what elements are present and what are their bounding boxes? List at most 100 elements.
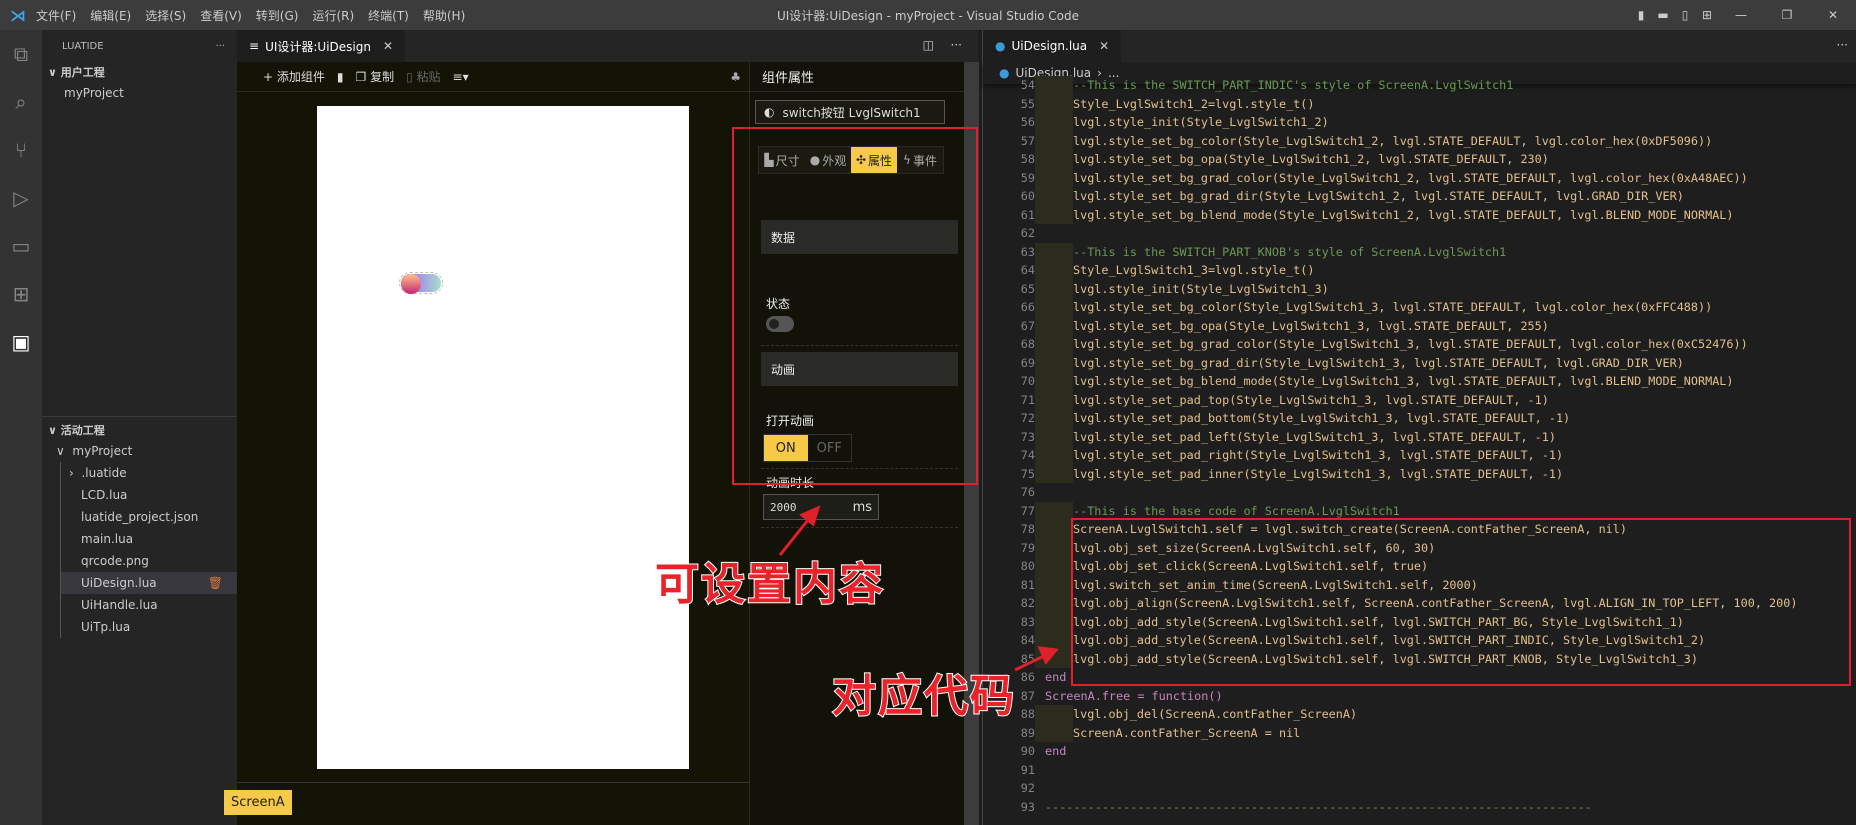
code-line: 61 lvgl.style_set_bg_blend_mode(Style_Lvg… — [983, 205, 1856, 224]
hierarchy-icon[interactable]: ♣ — [730, 70, 741, 84]
code-text: lvgl.style_init(Style_LvglSwitch1_3) — [1073, 281, 1329, 296]
properties-title: 组件属性 — [750, 62, 978, 92]
line-number: 61 — [1020, 207, 1035, 222]
menu-item[interactable]: 查看(V) — [200, 9, 242, 23]
menu-item[interactable]: 编辑(E) — [90, 9, 131, 23]
animation-time-input[interactable]: 2000 ms — [763, 494, 879, 520]
close-window-button[interactable]: ✕ — [1810, 8, 1856, 22]
code-text: lvgl.style_set_bg_grad_color(Style_LvglS… — [1073, 337, 1748, 352]
tab-ui-designer[interactable]: ≡ UI设计器:UiDesign ✕ — [237, 30, 406, 62]
code-line: 87 ScreenA.free = function() — [983, 687, 1856, 706]
restore-button[interactable]: ❐ — [1764, 8, 1810, 22]
customize-layout-icon[interactable]: ⊞ — [1696, 8, 1718, 22]
source-control-icon[interactable]: ⑂ — [0, 126, 42, 174]
code-line: 72 lvgl.style_set_pad_bottom(Style_LvglSw… — [983, 409, 1856, 428]
tab-uidesign-lua[interactable]: ● UiDesign.lua ✕ — [983, 30, 1122, 62]
close-tab-icon[interactable]: ✕ — [1099, 39, 1109, 53]
line-number: 65 — [1020, 281, 1035, 296]
file-item[interactable]: luatide_project.json — [61, 506, 237, 528]
line-number: 90 — [1020, 744, 1035, 759]
code-line: 57 lvgl.style_set_bg_color(Style_LvglSwit… — [983, 131, 1856, 150]
close-tab-icon[interactable]: ✕ — [383, 39, 393, 53]
search-icon[interactable]: ⌕ — [0, 78, 42, 126]
code-line: 58 lvgl.style_set_bg_opa(Style_LvglSwitch… — [983, 150, 1856, 169]
file-item[interactable]: main.lua — [61, 528, 237, 550]
annotation-box-code — [1071, 518, 1851, 686]
code-line: 71 lvgl.style_set_pad_top(Style_LvglSwitc… — [983, 390, 1856, 409]
code-text: lvgl.style_set_bg_opa(Style_LvglSwitch1_… — [1073, 152, 1549, 167]
line-number: 89 — [1020, 725, 1035, 740]
more-actions-icon[interactable]: ··· — [215, 41, 225, 52]
tree-item-project[interactable]: ∨ myProject — [42, 440, 237, 462]
code-line: 54 --This is the SWITCH_PART_INDIC's styl… — [983, 76, 1856, 95]
code-line: 89 ScreenA.contFather_ScreenA = nil — [983, 723, 1856, 742]
add-component-button[interactable]: + 添加组件 — [263, 68, 325, 85]
toggle-secondary-sidebar-icon[interactable]: ▯ — [1674, 8, 1696, 22]
run-debug-icon[interactable]: ▷ — [0, 174, 42, 222]
paste-button[interactable]: ▯ 粘贴 — [406, 68, 440, 85]
file-item[interactable]: UiHandle.lua — [61, 594, 237, 616]
luatide-chip-icon[interactable]: ▣ — [0, 318, 42, 366]
delete-icon[interactable]: ▮ — [337, 70, 344, 84]
code-line: 55 Style_LvglSwitch1_2=lvgl.style_t() — [983, 94, 1856, 113]
code-line: 59 lvgl.style_set_bg_grad_color(Style_Lvg… — [983, 168, 1856, 187]
line-number: 68 — [1020, 337, 1035, 352]
annotation-settable-content: 可设置内容 — [654, 558, 885, 611]
file-item[interactable]: qrcode.png — [61, 550, 237, 572]
code-line: 76 — [983, 483, 1856, 502]
code-text: lvgl.style_init(Style_LvglSwitch1_2) — [1073, 115, 1329, 130]
line-number: 70 — [1020, 374, 1035, 389]
lvgl-switch-widget[interactable] — [399, 272, 443, 294]
file-item[interactable]: UiTp.lua — [61, 616, 237, 638]
code-text: Style_LvglSwitch1_3=lvgl.style_t() — [1073, 263, 1315, 278]
split-editor-icon[interactable]: ◫ — [923, 38, 934, 52]
explorer-icon[interactable]: ⧉ — [0, 30, 42, 78]
extensions-icon[interactable]: ⊞ — [0, 270, 42, 318]
code-text: --This is the SWITCH_PART_INDIC's style … — [1073, 78, 1514, 93]
line-number: 58 — [1020, 152, 1035, 167]
line-number: 91 — [1020, 762, 1035, 777]
menu-item[interactable]: 运行(R) — [312, 9, 354, 23]
align-menu-icon[interactable]: ≡▾ — [453, 70, 469, 84]
menu-item[interactable]: 文件(F) — [36, 9, 76, 23]
menu-item[interactable]: 转到(G) — [256, 9, 299, 23]
designer-toolbar: + 添加组件 ▮ ❐ 复制 ▯ 粘贴 ≡▾ ♣ — [237, 62, 749, 92]
code-line: 64 Style_LvglSwitch1_3=lvgl.style_t() — [983, 261, 1856, 280]
section-active-projects[interactable]: ∨ 活动工程 — [42, 420, 237, 440]
code-line: 90 end — [983, 742, 1856, 761]
section-user-projects[interactable]: ∨ 用户工程 — [42, 62, 237, 82]
file-item[interactable]: LCD.lua — [61, 484, 237, 506]
code-text: lvgl.style_set_bg_blend_mode(Style_LvglS… — [1073, 207, 1734, 222]
file-item[interactable]: › .luatide — [61, 462, 237, 484]
menu-item[interactable]: 终端(T) — [368, 9, 409, 23]
selected-component[interactable]: ◐ switch按钮 LvglSwitch1 — [755, 100, 945, 124]
code-line: 67 lvgl.style_set_bg_opa(Style_LvglSwitch… — [983, 316, 1856, 335]
screen-preview[interactable] — [317, 106, 689, 769]
file-item[interactable]: UiDesign.lua 🗑 — [61, 572, 237, 594]
chevron-down-icon: ∨ — [48, 423, 61, 437]
trash-icon[interactable]: 🗑 — [208, 576, 223, 590]
minimize-button[interactable]: — — [1718, 8, 1764, 22]
design-canvas: + 添加组件 ▮ ❐ 复制 ▯ 粘贴 ≡▾ ♣ ScreenA — [224, 62, 749, 825]
code-lines[interactable]: 54 --This is the SWITCH_PART_INDIC's styl… — [983, 76, 1856, 816]
copy-button[interactable]: ❐ 复制 — [355, 68, 394, 85]
remote-explorer-icon[interactable]: ▭ — [0, 222, 42, 270]
code-text: lvgl.obj_del(ScreenA.contFather_ScreenA) — [1073, 707, 1358, 722]
code-line: 69 lvgl.style_set_bg_grad_dir(Style_LvglS… — [983, 353, 1856, 372]
code-text: ----------------------------------------… — [1045, 799, 1592, 814]
menu-item[interactable]: 选择(S) — [145, 9, 186, 23]
line-number: 82 — [1020, 596, 1035, 611]
menu-item[interactable]: 帮助(H) — [423, 9, 465, 23]
more-actions-icon[interactable]: ··· — [951, 38, 962, 52]
line-number: 71 — [1020, 392, 1035, 407]
more-actions-icon[interactable]: ··· — [1837, 38, 1848, 52]
code-text: lvgl.style_set_bg_opa(Style_LvglSwitch1_… — [1073, 318, 1549, 333]
line-number: 84 — [1020, 633, 1035, 648]
toggle-sidebar-icon[interactable]: ▮ — [1630, 8, 1652, 22]
toggle-panel-icon[interactable]: ▬ — [1652, 8, 1674, 22]
tree-item-user-project[interactable]: myProject — [42, 82, 237, 104]
chevron-down-icon: ∨ — [48, 65, 61, 79]
line-number: 80 — [1020, 559, 1035, 574]
screen-tab-screena[interactable]: ScreenA — [224, 790, 292, 815]
menu-bar: 文件(F) 编辑(E) 选择(S) 查看(V) 转到(G) 运行(R) 终端(T) 帮助(H) — [36, 7, 479, 24]
